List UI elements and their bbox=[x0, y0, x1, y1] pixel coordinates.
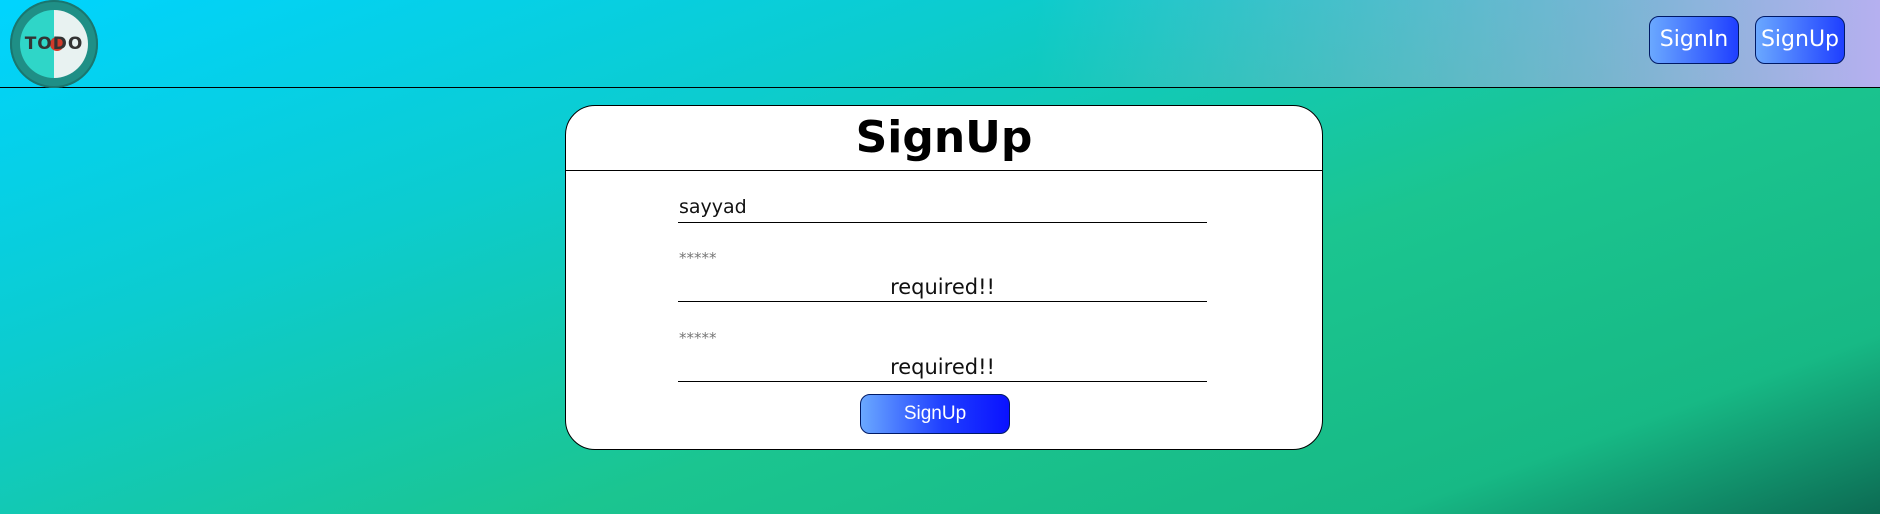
logo-text: TODO bbox=[24, 34, 84, 54]
confirm-password-required-message: required!! bbox=[890, 355, 995, 379]
username-value: sayyad bbox=[679, 196, 747, 218]
signup-nav-button[interactable]: SignUp bbox=[1755, 16, 1845, 64]
signin-nav-button[interactable]: SignIn bbox=[1649, 16, 1739, 64]
username-field[interactable]: sayyad bbox=[678, 192, 1207, 223]
password-field[interactable]: ***** required!! bbox=[678, 249, 1207, 302]
signup-title: SignUp bbox=[566, 106, 1322, 171]
password-placeholder: ***** bbox=[679, 249, 717, 267]
confirm-password-field[interactable]: ***** required!! bbox=[678, 329, 1207, 382]
signup-card: SignUp sayyad ***** required!! ***** req… bbox=[565, 105, 1323, 450]
signup-submit-button[interactable]: SignUp bbox=[860, 394, 1010, 434]
top-header: TODO SignIn SignUp bbox=[0, 0, 1880, 88]
confirm-password-placeholder: ***** bbox=[679, 329, 717, 347]
app-logo[interactable]: TODO bbox=[10, 0, 98, 88]
logo-badge: TODO bbox=[20, 10, 88, 78]
password-required-message: required!! bbox=[890, 275, 995, 299]
